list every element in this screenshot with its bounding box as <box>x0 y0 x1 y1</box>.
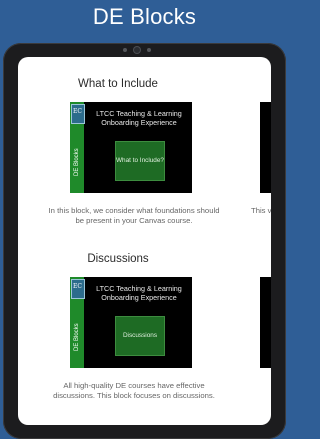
next-block-peek-text: This v <box>251 206 271 215</box>
block-thumbnail[interactable]: EC DE Blocks LTCC Teaching & Learning On… <box>70 102 192 193</box>
logo-icon: EC <box>71 279 85 299</box>
strip-label: DE Blocks <box>74 323 80 351</box>
tablet-frame: What to Include EC DE Blocks LTCC Teachi… <box>3 43 286 439</box>
next-block-peek-thumbnail[interactable] <box>260 277 271 368</box>
thumbnail-side-strip: EC DE Blocks <box>70 102 85 193</box>
thumbnail-side-strip: EC DE Blocks <box>70 277 85 368</box>
page-title: DE Blocks <box>92 4 197 29</box>
block-description: In this block, we consider what foundati… <box>48 206 220 225</box>
block-thumbnail[interactable]: EC DE Blocks LTCC Teaching & Learning On… <box>70 277 192 368</box>
thumbnail-button[interactable]: What to Include? <box>115 141 165 181</box>
next-block-peek-thumbnail[interactable] <box>260 102 271 193</box>
screen[interactable]: What to Include EC DE Blocks LTCC Teachi… <box>18 57 271 425</box>
strip-label: DE Blocks <box>74 148 80 176</box>
sensor-dot <box>123 48 127 52</box>
sensor-dot <box>147 48 151 52</box>
block-heading: What to Include <box>78 78 158 90</box>
thumbnail-button[interactable]: Discussions <box>115 316 165 356</box>
block-heading: Discussions <box>87 253 149 265</box>
tablet-camera-bar <box>3 47 286 54</box>
thumbnail-title: LTCC Teaching & Learning Onboarding Expe… <box>96 109 182 127</box>
thumbnail-title: LTCC Teaching & Learning Onboarding Expe… <box>96 284 182 302</box>
logo-icon: EC <box>71 104 85 124</box>
block-description: All high-quality DE courses have effecti… <box>53 381 215 400</box>
camera-icon <box>134 47 140 53</box>
